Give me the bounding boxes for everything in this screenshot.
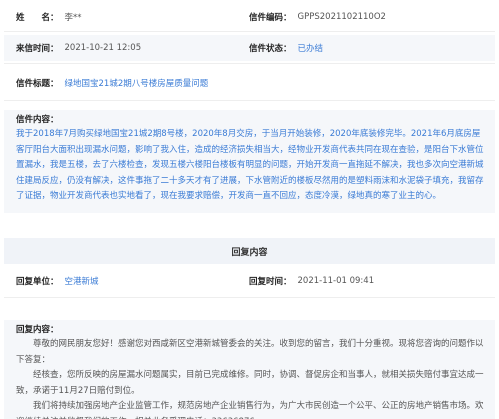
reply-content-label: 回复内容： — [16, 325, 59, 335]
unit-cell: 回复单位： 空港新城 — [16, 268, 99, 294]
code-value: GPPS2021102110O2 — [297, 12, 386, 22]
time-label: 回复时间： — [249, 277, 292, 287]
date-label: 来信时间： — [16, 44, 59, 54]
letter-row-date: 来信时间： 2021-10-21 12:05 信件状态： 已办结 — [4, 35, 495, 61]
title-cell: 信件标题： 绿地国宝21城2期八号楼房屋质量问题 — [16, 70, 208, 96]
letter-row-title: 信件标题： 绿地国宝21城2期八号楼房屋质量问题 — [4, 70, 495, 96]
divider — [4, 63, 495, 64]
reply-paragraph: 经核查，您所反映的房屋漏水问题属实，目前已完成维修。同时，协调、督促房企和当事人… — [16, 370, 484, 396]
letter-content: 信件内容： 我于2018年7月购买绿地国宝21城2期8号楼，2020年8月交房，… — [4, 110, 495, 213]
time-cell: 回复时间： 2021-11-01 09:41 — [249, 268, 374, 294]
content-label: 信件内容： — [16, 115, 59, 125]
content-text: 我于2018年7月购买绿地国宝21城2期8号楼，2020年8月交房，于当月开始装… — [16, 129, 484, 201]
status-label: 信件状态： — [249, 44, 292, 54]
code-cell: 信件编码： GPPS2021102110O2 — [249, 4, 386, 30]
status-value: 已办结 — [297, 44, 324, 54]
name-value: 李** — [64, 13, 82, 23]
name-label: 姓 名： — [16, 13, 59, 23]
name-cell: 姓 名： 李** — [16, 4, 82, 30]
reply-paragraph: 尊敬的网民朋友您好！感谢您对西咸新区空港新城管委会的关注。收到您的留言，我们十分… — [16, 339, 484, 365]
title-label: 信件标题： — [16, 79, 59, 89]
reply-row-unit: 回复单位： 空港新城 回复时间： 2021-11-01 09:41 — [4, 268, 495, 294]
divider — [4, 297, 495, 298]
reply-content: 回复内容： 尊敬的网民朋友您好！感谢您对西咸新区空港新城管委会的关注。收到您的留… — [4, 320, 495, 419]
date-value: 2021-10-21 12:05 — [64, 43, 142, 53]
reply-header: 回复内容 — [4, 238, 495, 264]
unit-label: 回复单位： — [16, 277, 59, 287]
divider — [4, 31, 495, 32]
date-cell: 来信时间： 2021-10-21 12:05 — [16, 35, 141, 61]
title-value: 绿地国宝21城2期八号楼房屋质量问题 — [64, 79, 209, 89]
unit-value: 空港新城 — [64, 277, 99, 287]
status-cell: 信件状态： 已办结 — [249, 35, 323, 61]
time-value: 2021-11-01 09:41 — [297, 276, 375, 286]
divider — [4, 100, 495, 101]
code-label: 信件编码： — [249, 13, 292, 23]
letter-row-name: 姓 名： 李** 信件编码： GPPS2021102110O2 — [4, 4, 495, 30]
reply-paragraph: 我们将持续加强房地产企业监管工作，规范房地产企业销售行为，为广大市民创造一个公平… — [16, 401, 484, 419]
